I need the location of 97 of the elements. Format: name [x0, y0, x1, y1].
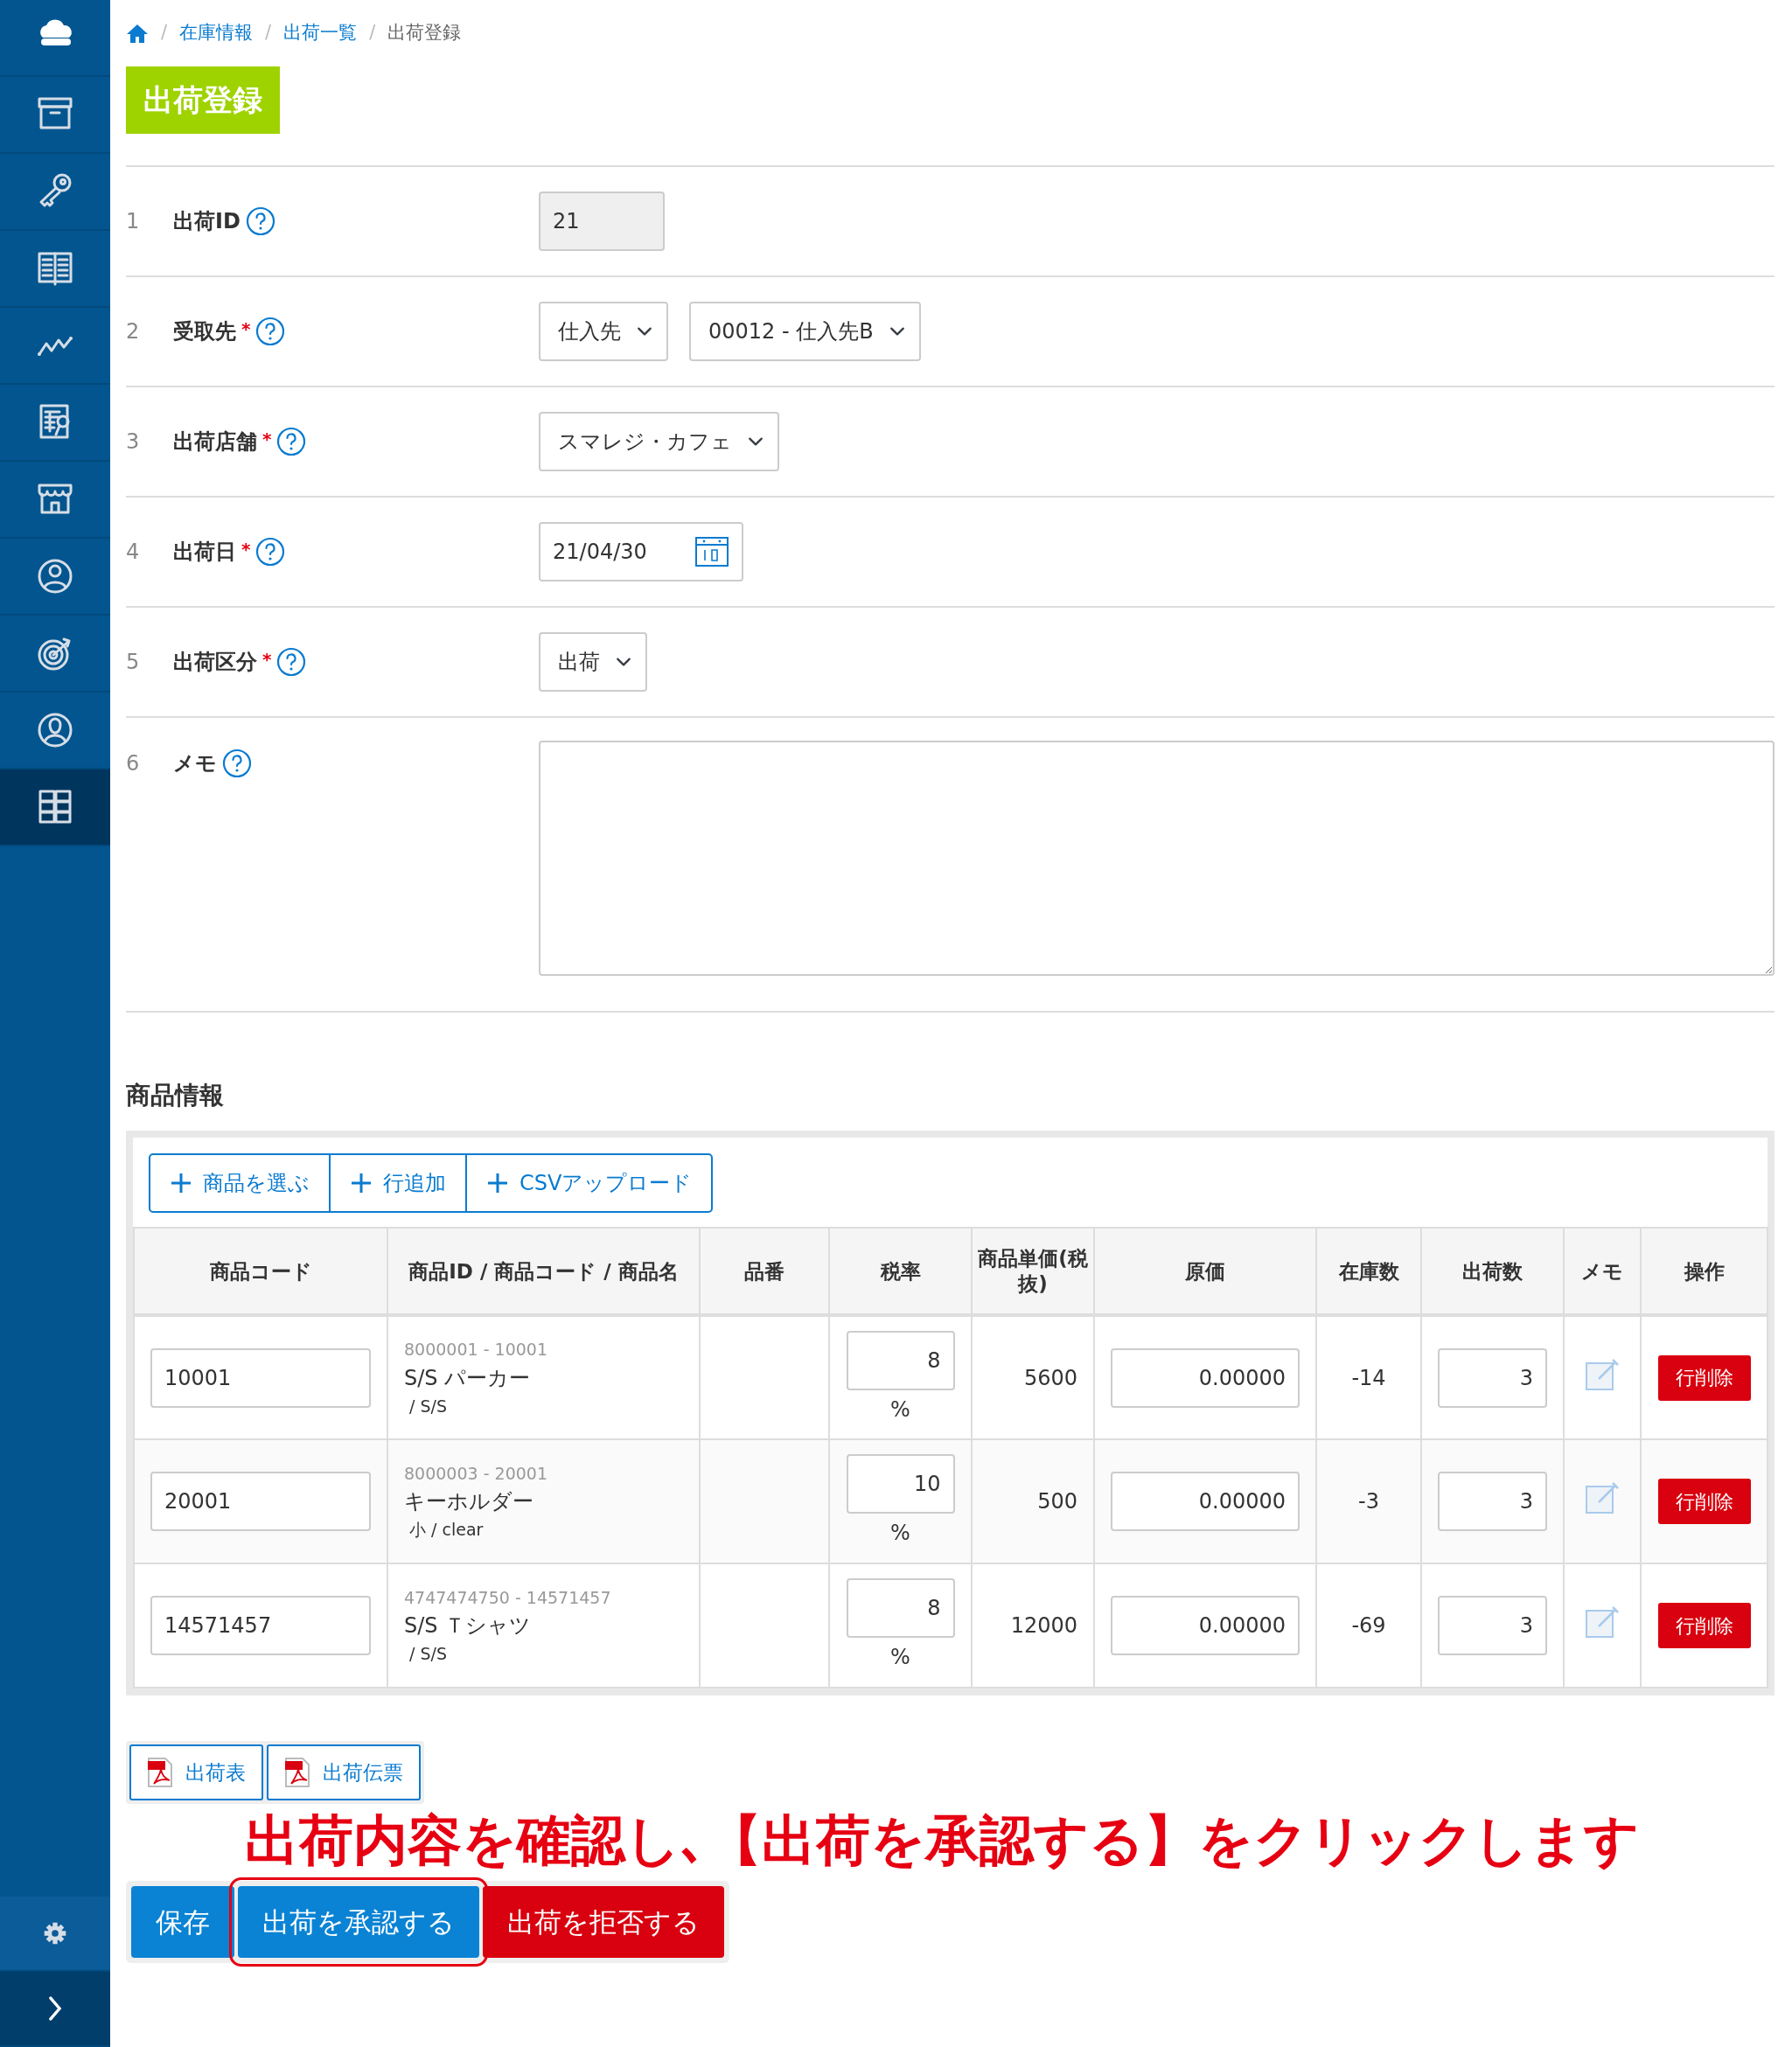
save-button[interactable]: 保存 [131, 1886, 234, 1959]
annotation-text: 出荷内容を確認し､【出荷を承認する】をクリックします [245, 1807, 1640, 1875]
product-variant: / S/S [408, 1643, 448, 1666]
required-mark: * [241, 537, 251, 561]
column-header: 品番 [700, 1228, 829, 1316]
quantity-field[interactable]: 3 [1438, 1472, 1547, 1532]
select-field[interactable]: 00012 - 仕入先B [689, 301, 921, 361]
field-label: 受取先 [173, 317, 236, 345]
column-header: 在庫数 [1316, 1228, 1421, 1316]
code-field[interactable]: 10001 [150, 1347, 371, 1408]
breadcrumb-current: 出荷登録 [387, 21, 462, 45]
cost-field[interactable]: 0.00000 [1111, 1596, 1300, 1656]
stock-count: -69 [1351, 1613, 1386, 1639]
cost-field[interactable]: 0.00000 [1111, 1347, 1300, 1408]
pdf-file-icon [284, 1757, 310, 1789]
select-field[interactable]: 仕入先 [539, 301, 668, 361]
row-number: 3 [126, 428, 141, 456]
row-number: 1 [126, 207, 141, 235]
memo-field[interactable] [539, 740, 1775, 976]
row-number: 2 [126, 317, 141, 345]
product-name: キーホルダー [404, 1488, 534, 1516]
help-icon[interactable] [276, 426, 307, 456]
product-variant: 小 / clear [408, 1519, 485, 1542]
calendar-icon [694, 535, 729, 567]
field-label: 出荷店舗 [173, 428, 257, 456]
plus-icon [170, 1172, 192, 1195]
required-mark: * [262, 427, 272, 451]
percent-label: % [890, 1396, 910, 1424]
add-button[interactable]: 商品を選ぶ [149, 1153, 331, 1214]
approve-button[interactable]: 出荷を承認する [238, 1886, 479, 1959]
column-header: 原価 [1094, 1228, 1316, 1316]
column-header: 操作 [1641, 1228, 1768, 1316]
add-button[interactable]: 行追加 [329, 1153, 467, 1214]
product-name: S/S パーカー [404, 1364, 532, 1392]
add-button[interactable]: CSVアップロード [465, 1153, 714, 1214]
code-field[interactable]: 20001 [150, 1472, 371, 1532]
product-name: S/S Ｔシャツ [404, 1612, 533, 1640]
required-mark: * [262, 647, 272, 672]
percent-label: % [890, 1520, 910, 1548]
tax-field[interactable]: 8 [846, 1330, 955, 1390]
unit-price: 500 [1037, 1489, 1077, 1514]
quantity-field[interactable]: 3 [1438, 1347, 1547, 1408]
delete-row-button[interactable]: 行削除 [1657, 1603, 1751, 1649]
unit-price: 12000 [1010, 1613, 1077, 1639]
code-field[interactable]: 14571457 [150, 1596, 371, 1656]
column-header: 商品単価(税抜) [972, 1228, 1094, 1316]
select-field[interactable]: スマレジ・カフェ [539, 411, 779, 471]
delete-row-button[interactable]: 行削除 [1657, 1479, 1751, 1525]
reject-button[interactable]: 出荷を拒否する [483, 1886, 724, 1959]
plus-icon [486, 1172, 509, 1195]
sidebar-item[interactable] [0, 769, 110, 846]
pdf-button[interactable]: 出荷伝票 [267, 1744, 421, 1801]
settings-button[interactable] [0, 1897, 110, 1972]
cost-field[interactable]: 0.00000 [1111, 1472, 1300, 1532]
help-icon[interactable] [255, 536, 286, 567]
column-header: 商品コード [134, 1228, 387, 1316]
breadcrumb-separator: / [369, 21, 376, 45]
row-number: 5 [126, 648, 141, 676]
breadcrumb-separator: / [161, 21, 168, 45]
breadcrumb-separator: / [265, 21, 272, 45]
required-mark: * [241, 317, 251, 341]
field-label: メモ [173, 749, 217, 777]
column-header: 出荷数 [1421, 1228, 1564, 1316]
delete-row-button[interactable]: 行削除 [1657, 1354, 1751, 1401]
stock-count: -3 [1358, 1489, 1379, 1514]
quantity-field[interactable]: 3 [1438, 1596, 1547, 1656]
readonly-field: 21 [539, 191, 665, 251]
help-icon[interactable] [245, 205, 275, 236]
page-title: 出荷登録 [126, 66, 280, 134]
product-variant: / S/S [408, 1395, 448, 1417]
help-icon[interactable] [276, 646, 307, 677]
field-label: 出荷日 [173, 538, 236, 566]
section-heading: 商品情報 [126, 1080, 225, 1111]
stock-count: -14 [1351, 1365, 1386, 1390]
product-ids: 8000003 - 20001 [404, 1462, 548, 1485]
breadcrumb-link[interactable]: 在庫情報 [179, 19, 254, 47]
percent-label: % [890, 1644, 910, 1672]
row-number: 6 [126, 749, 141, 777]
column-header: 税率 [829, 1228, 972, 1316]
pdf-file-icon [147, 1757, 173, 1789]
date-field[interactable]: 21/04/30 [539, 521, 743, 581]
help-icon[interactable] [255, 316, 286, 346]
product-ids: 4747474750 - 14571457 [404, 1586, 612, 1609]
pdf-button[interactable]: 出荷表 [129, 1744, 263, 1801]
field-label: 出荷ID [173, 207, 241, 235]
product-ids: 8000001 - 10001 [404, 1339, 548, 1361]
row-number: 4 [126, 538, 141, 566]
column-header: メモ [1564, 1228, 1641, 1316]
field-label: 出荷区分 [173, 648, 257, 676]
help-icon[interactable] [222, 748, 252, 778]
column-header: 商品ID / 商品コード / 商品名 [387, 1228, 700, 1316]
plus-icon [350, 1172, 373, 1195]
tax-field[interactable]: 10 [846, 1454, 955, 1514]
breadcrumb-link[interactable]: 出荷一覧 [283, 19, 358, 47]
select-field[interactable]: 出荷 [539, 631, 647, 692]
unit-price: 5600 [1023, 1365, 1077, 1390]
tax-field[interactable]: 8 [846, 1578, 955, 1639]
